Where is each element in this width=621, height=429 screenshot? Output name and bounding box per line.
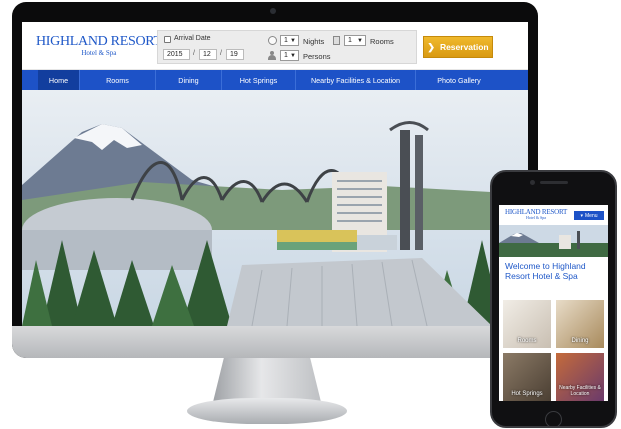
menu-button[interactable]: ▾ Menu [574,211,604,220]
chevron-right-icon: ❯ [427,41,435,52]
tile-label: Hot Springs [511,391,543,397]
dropdown-arrow-icon: ▼ [290,53,296,59]
arrival-month-field[interactable]: 12 [199,49,217,60]
speaker-grille [540,181,568,184]
mobile-header: HIGHLAND RESORT Hotel & Spa ▾ Menu [499,205,608,225]
menu-label: Menu [585,212,598,219]
dropdown-arrow-icon: ▼ [357,38,363,44]
mobile-phone: HIGHLAND RESORT Hotel & Spa ▾ Menu Welco… [490,170,617,428]
product-showcase: HIGHLAND RESORT Hotel & Spa Arrival Date… [0,0,621,429]
nav-label: Home [48,75,69,85]
rooms-value: 1 [348,37,352,44]
booking-widget: Arrival Date 2015 / 12 / 19 1 ▼ Nights 1 ▼… [157,30,417,64]
nav-label: Hot Springs [239,75,278,85]
tile-label: Dining [571,338,589,344]
home-button[interactable] [545,411,562,428]
rooms-select[interactable]: 1 ▼ [344,35,366,46]
tile-label: Nearby Facilities & Location [559,385,601,397]
persons-select[interactable]: 1 ▼ [280,50,299,61]
reservation-label: Reservation [439,42,489,52]
clock-icon [268,36,277,45]
resort-landscape-thumbnail [499,225,608,257]
chevron-down-icon: ▾ [580,212,583,219]
arrival-year-field[interactable]: 2015 [163,49,190,60]
tile-dining[interactable]: Dining [556,300,604,348]
logo-subtitle: Hotel & Spa [526,215,547,220]
camera-icon [530,180,535,185]
tile-label: Rooms [517,338,537,344]
date-separator: / [193,50,195,57]
tile-hot-springs[interactable]: Hot Springs [503,353,551,401]
rooms-label: Rooms [370,37,394,46]
tile-nearby-facilities[interactable]: Nearby Facilities & Location [556,353,604,401]
logo-subtitle: Hotel & Spa [81,49,117,57]
nav-item-hot-springs[interactable]: Hot Springs [222,70,296,90]
mobile-hero-image [499,225,608,257]
hero-image [22,90,528,326]
nights-select[interactable]: 1 ▼ [280,35,299,46]
nav-label: Dining [178,75,199,85]
site-header: HIGHLAND RESORT Hotel & Spa Arrival Date… [22,22,528,70]
person-icon [268,51,276,60]
nav-item-rooms[interactable]: Rooms [80,70,156,90]
monitor-stand [213,358,321,402]
nav-item-home[interactable]: Home [38,70,80,90]
resort-landscape-illustration [22,90,528,326]
nav-item-dining[interactable]: Dining [156,70,222,90]
desktop-screen: HIGHLAND RESORT Hotel & Spa Arrival Date… [22,22,528,326]
arrival-date-label: Arrival Date [174,35,211,42]
nights-label: Nights [303,37,325,46]
nav-item-photo-gallery[interactable]: Photo Gallery [416,70,502,90]
monitor-chin [12,326,538,358]
mobile-screen: HIGHLAND RESORT Hotel & Spa ▾ Menu Welco… [499,205,608,401]
site-logo[interactable]: HIGHLAND RESORT Hotel & Spa [36,35,162,57]
logo-title: HIGHLAND RESORT [36,34,162,49]
camera-icon [270,8,276,14]
arrival-day-field[interactable]: 19 [226,49,244,60]
calendar-icon [164,36,171,43]
date-separator: / [220,50,222,57]
persons-label: Persons [303,52,331,61]
monitor-base [187,398,347,424]
nav-item-nearby-facilities[interactable]: Nearby Facilities & Location [296,70,416,90]
main-nav: Home Rooms Dining Hot Springs Nearby Fac… [22,70,528,90]
mobile-logo[interactable]: HIGHLAND RESORT Hotel & Spa [505,209,567,220]
nav-label: Nearby Facilities & Location [310,75,401,85]
tile-rooms[interactable]: Rooms [503,300,551,348]
dropdown-arrow-icon: ▼ [290,38,296,44]
room-icon [333,36,340,45]
desktop-monitor: HIGHLAND RESORT Hotel & Spa Arrival Date… [12,2,538,358]
persons-value: 1 [284,52,288,59]
nights-value: 1 [284,37,288,44]
nav-label: Rooms [106,75,129,85]
mobile-tiles: Rooms Dining Hot Springs Nearby Faciliti… [503,300,604,401]
nav-label: Photo Gallery [437,75,481,85]
welcome-heading: Welcome to Highland Resort Hotel & Spa [505,261,586,281]
reservation-button[interactable]: ❯ Reservation [423,36,493,58]
